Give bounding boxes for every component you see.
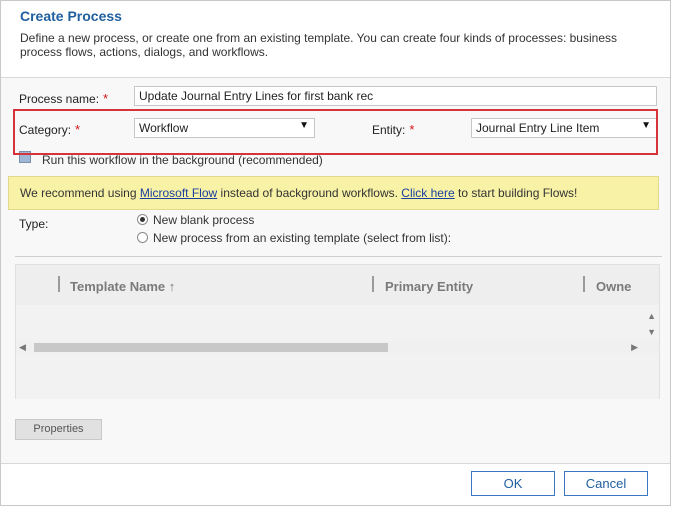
new-blank-process-radio[interactable] [137,214,148,225]
flow-recommendation-banner: We recommend using Microsoft Flow instea… [8,176,659,210]
create-process-dialog: Create Process Define a new process, or … [0,0,671,506]
grid-body: ▲ ▼ ◀ ▶ [16,305,659,399]
background-checkbox-label: Run this workflow in the background (rec… [42,153,323,167]
banner-text-after: to start building Flows! [454,186,578,200]
scroll-up-icon[interactable]: ▲ [647,311,656,321]
properties-button[interactable]: Properties [15,419,102,440]
column-header-owner[interactable]: Owne [596,279,631,294]
click-here-link[interactable]: Click here [401,186,454,200]
scroll-right-icon[interactable]: ▶ [631,342,638,353]
column-header-template-name[interactable]: Template Name ↑ [70,279,175,294]
scroll-left-icon[interactable]: ◀ [19,342,26,353]
cancel-button[interactable]: Cancel [564,471,648,496]
dialog-title: Create Process [20,8,122,24]
template-process-label: New process from an existing template (s… [153,231,452,245]
column-header-primary-entity[interactable]: Primary Entity [385,279,473,294]
process-name-input[interactable]: Update Journal Entry Lines for first ban… [134,86,657,106]
banner-text-before: We recommend using [20,186,140,200]
process-name-label: Process name: * [19,91,108,106]
column-divider[interactable] [58,276,60,292]
template-grid: Template Name ↑ Primary Entity Owne ▲ ▼ … [15,264,660,399]
grid-header: Template Name ↑ Primary Entity Owne [16,265,659,306]
column-divider[interactable] [583,276,585,292]
process-name-label-text: Process name: [19,92,100,106]
banner-text-middle: instead of background workflows. [217,186,402,200]
scroll-down-icon[interactable]: ▼ [647,327,656,337]
dialog-subtitle: Define a new process, or create one from… [20,31,617,59]
required-marker: * [103,91,109,106]
dialog-header: Create Process Define a new process, or … [1,1,670,75]
scrollbar-thumb[interactable] [34,343,388,352]
microsoft-flow-link[interactable]: Microsoft Flow [140,186,217,200]
horizontal-scrollbar[interactable]: ◀ ▶ [16,341,659,353]
new-blank-process-label: New blank process [153,213,255,227]
column-divider[interactable] [372,276,374,292]
highlight-box [13,109,658,155]
type-divider [15,256,662,257]
type-label: Type: [19,217,49,231]
ok-button[interactable]: OK [471,471,555,496]
template-process-radio[interactable] [137,232,148,243]
